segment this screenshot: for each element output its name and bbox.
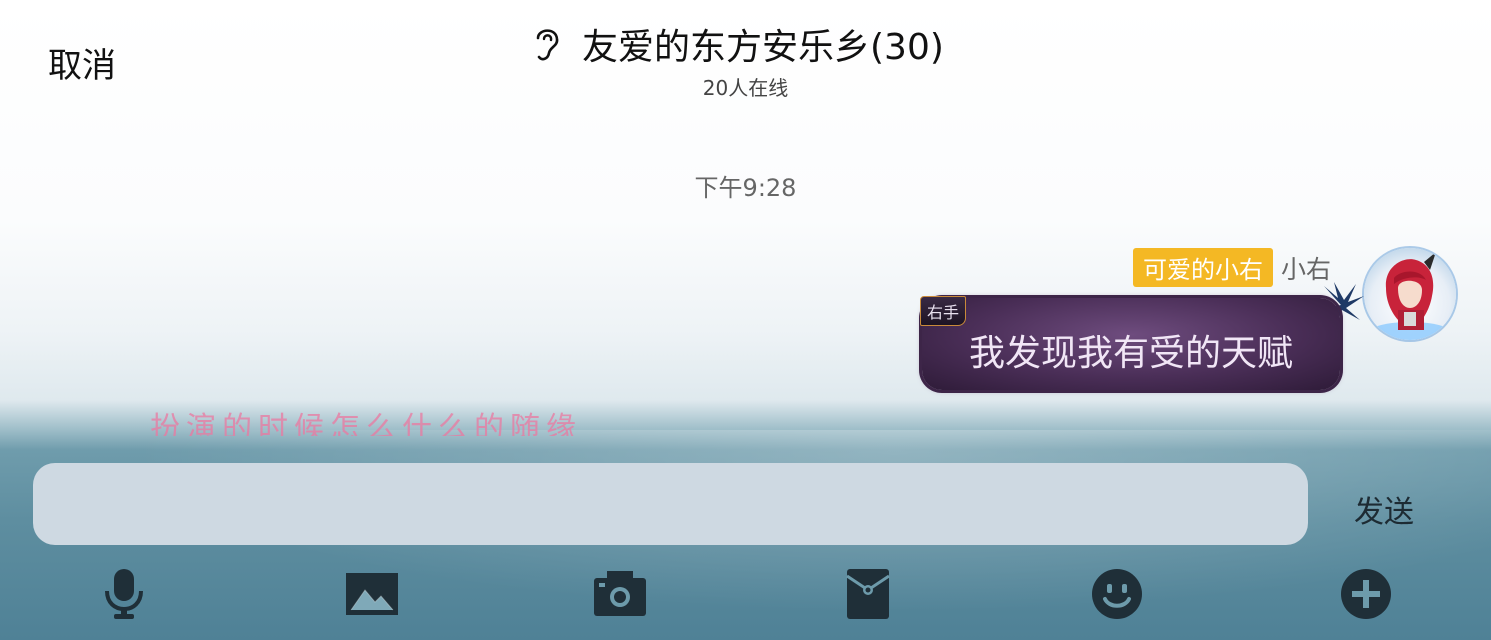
add-more-button[interactable]: [1338, 566, 1394, 622]
message-timestamp: 下午9:28: [694, 174, 797, 202]
message-bubble[interactable]: 右手 我发现我有受的天赋: [920, 296, 1340, 390]
image-icon: [346, 573, 398, 615]
member-title-badge: 可爱的小右: [1132, 248, 1273, 287]
chat-screen: 取消 友爱的东方安乐乡(30) 20人在线 下午9:28 可爱的小右 小右 右手…: [0, 0, 1491, 640]
voice-button[interactable]: [96, 566, 152, 622]
message-text: 我发现我有受的天赋: [968, 333, 1293, 374]
online-count: 20人在线: [702, 76, 789, 100]
camera-icon: [594, 571, 646, 616]
red-packet-icon: [846, 569, 890, 619]
avatar-portrait: [1370, 252, 1450, 340]
add-icon: [1341, 569, 1391, 619]
emoji-icon: [1092, 569, 1142, 619]
image-button[interactable]: [344, 566, 400, 622]
bubble-tag: 右手: [920, 296, 967, 326]
ear-icon[interactable]: [530, 24, 564, 64]
background-overlay-text: 扮演的时候怎么什么的随缘: [150, 411, 582, 436]
chat-title-area[interactable]: 友爱的东方安乐乡(30): [530, 18, 944, 70]
camera-button[interactable]: [592, 566, 648, 622]
emoji-button[interactable]: [1089, 566, 1145, 622]
message-sender: 可爱的小右 小右: [1132, 248, 1331, 287]
send-button[interactable]: 发送: [1354, 487, 1414, 531]
red-packet-button[interactable]: [840, 566, 896, 622]
chat-title: 友爱的东方安乐乡(30): [582, 27, 944, 68]
message-input[interactable]: [33, 463, 1308, 545]
microphone-icon: [105, 569, 143, 619]
avatar[interactable]: [1364, 248, 1456, 340]
